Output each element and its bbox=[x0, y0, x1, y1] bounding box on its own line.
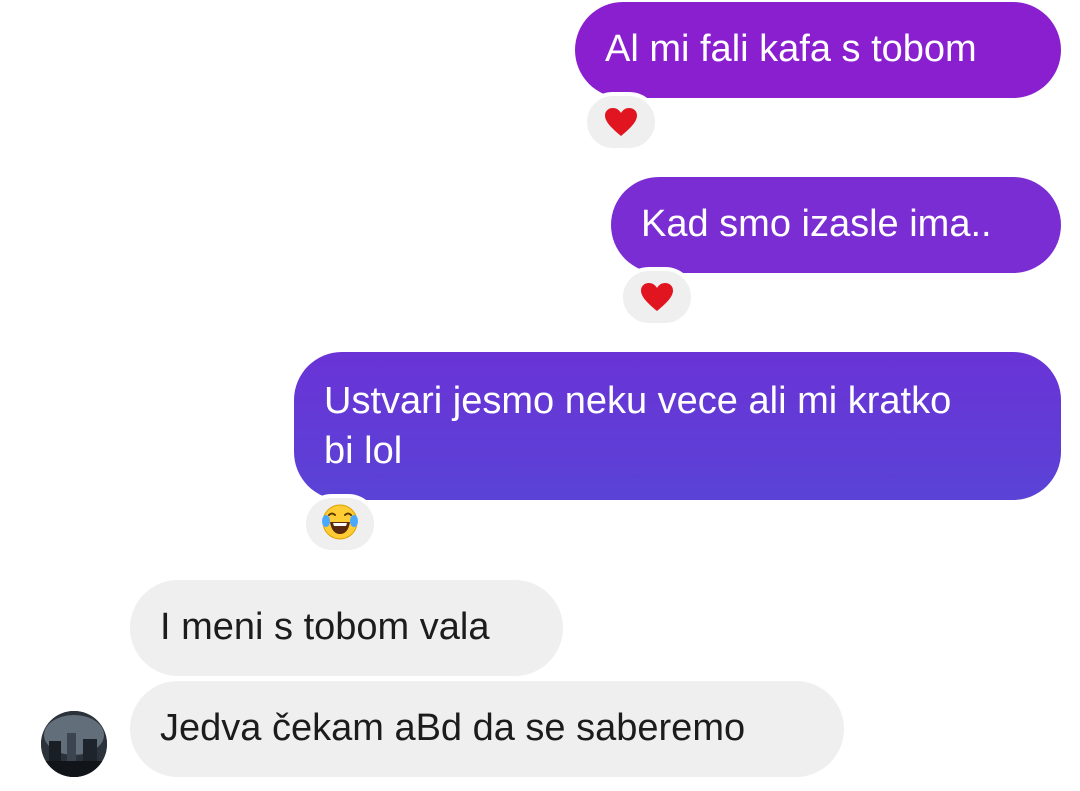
sent-message-bubble[interactable]: Kad smo izasle ima.. bbox=[611, 177, 1061, 273]
laughing-tears-icon bbox=[321, 503, 359, 546]
message-text-line: bi lol bbox=[324, 430, 403, 472]
message-text: Jedva čekam aBd da se saberemo bbox=[160, 707, 746, 749]
received-message-bubble[interactable]: I meni s tobom vala bbox=[130, 580, 563, 676]
message-text: I meni s tobom vala bbox=[160, 606, 490, 648]
heart-icon bbox=[604, 107, 638, 137]
message-text: Al mi fali kafa s tobom bbox=[605, 28, 977, 70]
message-text-line: Ustvari jesmo neku vece ali mi kratko bbox=[324, 380, 952, 422]
received-message-bubble[interactable]: Jedva čekam aBd da se saberemo bbox=[130, 681, 844, 777]
reaction-badge[interactable] bbox=[583, 92, 659, 152]
sent-message-bubble[interactable]: Al mi fali kafa s tobom bbox=[575, 2, 1061, 98]
heart-icon bbox=[640, 282, 674, 312]
message-text: Kad smo izasle ima.. bbox=[641, 203, 992, 245]
avatar[interactable] bbox=[41, 711, 107, 777]
reaction-badge[interactable] bbox=[619, 267, 695, 327]
sent-message-bubble[interactable]: Ustvari jesmo neku vece ali mi kratko bi… bbox=[294, 352, 1061, 500]
reaction-badge[interactable] bbox=[302, 494, 378, 554]
